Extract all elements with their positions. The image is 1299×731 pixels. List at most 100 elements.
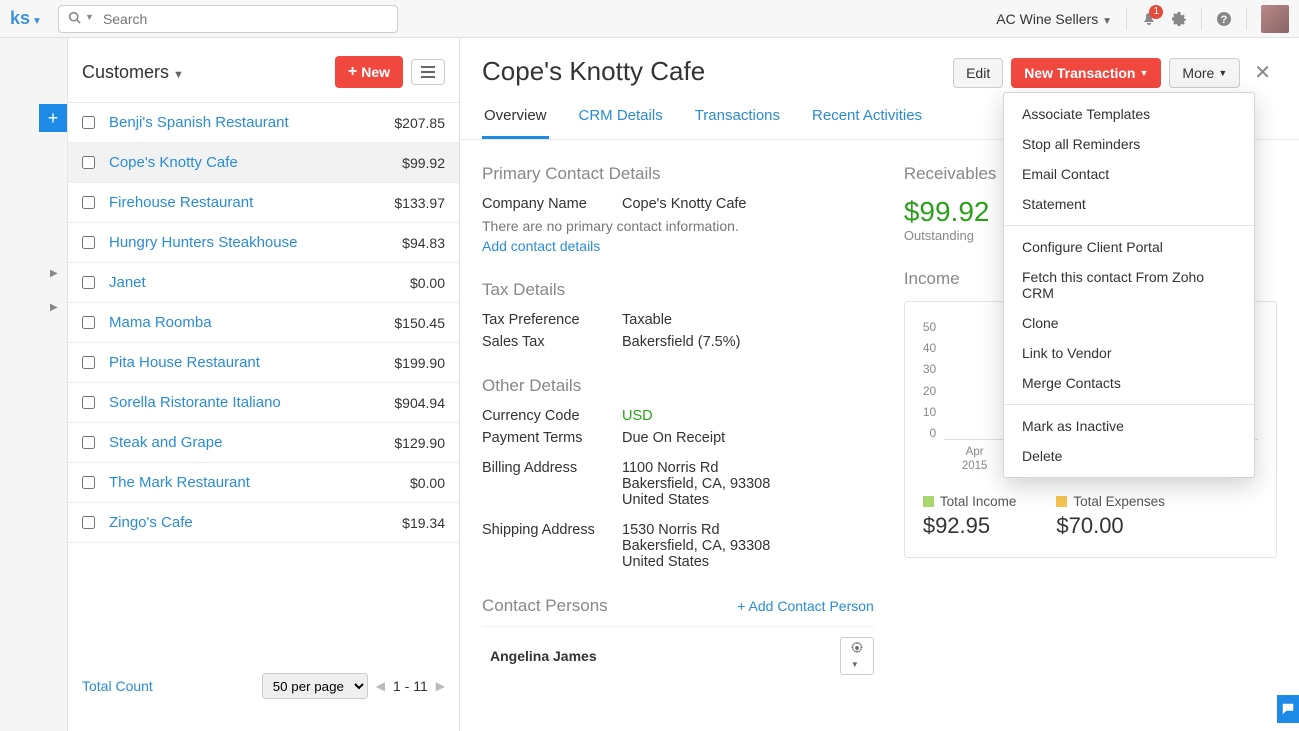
customer-row[interactable]: Cope's Knotty Cafe $99.92 bbox=[68, 143, 459, 183]
new-transaction-button[interactable]: New Transaction ▼ bbox=[1011, 58, 1161, 88]
row-checkbox[interactable] bbox=[82, 356, 95, 369]
row-checkbox[interactable] bbox=[82, 116, 95, 129]
tab-overview[interactable]: Overview bbox=[482, 107, 549, 139]
customer-row[interactable]: Pita House Restaurant$199.90 bbox=[68, 343, 459, 383]
customer-name-link[interactable]: Mama Roomba bbox=[109, 314, 212, 331]
nav-rail: + ▶ ▶ bbox=[0, 38, 68, 731]
customer-name-link[interactable]: Steak and Grape bbox=[109, 434, 222, 451]
row-checkbox[interactable] bbox=[82, 196, 95, 209]
tab-recent-activities[interactable]: Recent Activities bbox=[810, 107, 924, 139]
row-checkbox[interactable] bbox=[82, 516, 95, 529]
customer-row[interactable]: Hungry Hunters Steakhouse $94.83 bbox=[68, 223, 459, 263]
row-checkbox[interactable] bbox=[82, 476, 95, 489]
gear-icon[interactable] bbox=[1171, 11, 1187, 27]
row-checkbox[interactable] bbox=[82, 316, 95, 329]
divider bbox=[1246, 8, 1247, 30]
row-checkbox[interactable] bbox=[82, 436, 95, 449]
avatar[interactable] bbox=[1261, 5, 1289, 33]
contact-person-name: Angelina James bbox=[490, 648, 597, 664]
customer-row[interactable]: Janet$0.00 bbox=[68, 263, 459, 303]
more-menu-item[interactable]: Link to Vendor bbox=[1004, 338, 1254, 368]
other-details-section: Other Details Currency Code USD Payment … bbox=[482, 376, 874, 570]
more-menu-item[interactable]: Fetch this contact From Zoho CRM bbox=[1004, 262, 1254, 308]
chevron-right-icon[interactable]: ▶ bbox=[50, 302, 58, 313]
customer-row[interactable]: Firehouse Restaurant$133.97 bbox=[68, 183, 459, 223]
list-menu-button[interactable] bbox=[411, 59, 445, 85]
customer-name: Cope's Knotty Cafe bbox=[482, 56, 705, 87]
chat-fab[interactable] bbox=[1277, 695, 1299, 723]
customer-amount: $94.83 bbox=[402, 235, 445, 251]
row-checkbox[interactable] bbox=[82, 396, 95, 409]
customer-name-link[interactable]: Benji's Spanish Restaurant bbox=[109, 114, 289, 131]
tab-crm-details[interactable]: CRM Details bbox=[577, 107, 665, 139]
pager: 50 per page ◀ 1 - 11 ▶ bbox=[262, 673, 445, 699]
quick-add-button[interactable]: + bbox=[39, 104, 67, 132]
more-menu-item[interactable]: Associate Templates bbox=[1004, 99, 1254, 129]
caret-down-icon: ▼ bbox=[1102, 16, 1112, 27]
edit-button[interactable]: Edit bbox=[953, 58, 1003, 88]
brand[interactable]: ks▼ bbox=[10, 8, 52, 29]
help-icon[interactable]: ? bbox=[1216, 11, 1232, 27]
next-page[interactable]: ▶ bbox=[436, 679, 445, 693]
row-checkbox[interactable] bbox=[82, 276, 95, 289]
list-title-dropdown[interactable]: Customers ▼ bbox=[82, 62, 184, 83]
bell-icon[interactable]: 1 bbox=[1141, 11, 1157, 27]
row-checkbox[interactable] bbox=[82, 156, 95, 169]
customer-amount: $99.92 bbox=[402, 155, 445, 171]
shipping-address-value: 1530 Norris Rd Bakersfield, CA, 93308 Un… bbox=[622, 522, 770, 570]
more-menu-item[interactable]: Stop all Reminders bbox=[1004, 129, 1254, 159]
customer-row[interactable]: Steak and Grape$129.90 bbox=[68, 423, 459, 463]
close-icon[interactable]: ✕ bbox=[1248, 56, 1277, 89]
customer-name-link[interactable]: Pita House Restaurant bbox=[109, 354, 260, 371]
total-count-link[interactable]: Total Count bbox=[82, 678, 153, 694]
caret-down-icon: ▼ bbox=[173, 69, 184, 81]
list-title-text: Customers bbox=[82, 62, 169, 82]
customer-row[interactable]: The Mark Restaurant$0.00 bbox=[68, 463, 459, 503]
chart-legend: Total Income $92.95 Total Expenses $70.0… bbox=[923, 494, 1258, 539]
customer-name-link[interactable]: Sorella Ristorante Italiano bbox=[109, 394, 281, 411]
more-menu-item[interactable]: Mark as Inactive bbox=[1004, 411, 1254, 441]
notification-badge: 1 bbox=[1149, 5, 1163, 19]
more-button[interactable]: More ▼ bbox=[1169, 58, 1240, 88]
search-icon[interactable]: ▼ bbox=[68, 11, 94, 24]
more-menu-item[interactable]: Statement bbox=[1004, 189, 1254, 219]
customer-row[interactable]: Sorella Ristorante Italiano$904.94 bbox=[68, 383, 459, 423]
customer-row[interactable]: Benji's Spanish Restaurant $207.85 bbox=[68, 103, 459, 143]
legend-expense-label: Total Expenses bbox=[1073, 494, 1165, 509]
chevron-right-icon[interactable]: ▶ bbox=[50, 268, 58, 279]
prev-page[interactable]: ◀ bbox=[376, 679, 385, 693]
more-menu-item[interactable]: Merge Contacts bbox=[1004, 368, 1254, 398]
more-menu-item[interactable]: Email Contact bbox=[1004, 159, 1254, 189]
contact-person-gear-button[interactable]: ▼ bbox=[840, 637, 874, 675]
customer-row[interactable]: Zingo's Cafe$19.34 bbox=[68, 503, 459, 543]
org-switcher[interactable]: AC Wine Sellers ▼ bbox=[996, 11, 1112, 27]
list-footer: Total Count 50 per page ◀ 1 - 11 ▶ bbox=[68, 641, 459, 731]
customer-amount: $207.85 bbox=[394, 115, 445, 131]
customer-rows: Benji's Spanish Restaurant $207.85 Cope's … bbox=[68, 103, 459, 641]
divider bbox=[1126, 8, 1127, 30]
customer-name-link[interactable]: Firehouse Restaurant bbox=[109, 194, 253, 211]
customer-name-link[interactable]: Zingo's Cafe bbox=[109, 514, 193, 531]
caret-down-icon: ▼ bbox=[32, 16, 42, 27]
add-contact-details-link[interactable]: Add contact details bbox=[482, 238, 874, 254]
divider bbox=[1201, 8, 1202, 30]
customer-name-link[interactable]: Hungry Hunters Steakhouse bbox=[109, 234, 297, 251]
tab-transactions[interactable]: Transactions bbox=[693, 107, 782, 139]
add-contact-person-link[interactable]: + Add Contact Person bbox=[737, 598, 874, 614]
more-menu-item[interactable]: Clone bbox=[1004, 308, 1254, 338]
new-customer-button[interactable]: +New bbox=[335, 56, 403, 88]
customer-name-link[interactable]: Cope's Knotty Cafe bbox=[109, 154, 238, 171]
search-input[interactable] bbox=[58, 5, 398, 33]
more-menu-item[interactable]: Delete bbox=[1004, 441, 1254, 471]
caret-down-icon: ▼ bbox=[1218, 68, 1227, 78]
customer-name-link[interactable]: The Mark Restaurant bbox=[109, 474, 250, 491]
customer-amount: $150.45 bbox=[394, 315, 445, 331]
customer-detail-panel: Cope's Knotty Cafe Edit New Transaction … bbox=[460, 38, 1299, 731]
row-checkbox[interactable] bbox=[82, 236, 95, 249]
customer-row[interactable]: Mama Roomba $150.45 bbox=[68, 303, 459, 343]
more-menu-item[interactable]: Configure Client Portal bbox=[1004, 232, 1254, 262]
legend-swatch-income bbox=[923, 496, 934, 507]
payment-terms-label: Payment Terms bbox=[482, 430, 622, 446]
customer-name-link[interactable]: Janet bbox=[109, 274, 146, 291]
per-page-select[interactable]: 50 per page bbox=[262, 673, 368, 699]
